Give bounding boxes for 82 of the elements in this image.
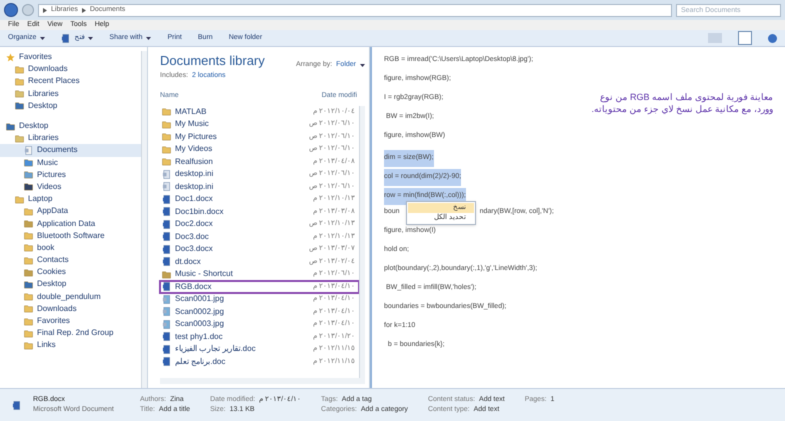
tree-item[interactable]: Favorites [0,51,141,64]
view-button[interactable] [708,33,722,43]
file-name: Doc1.docx [175,193,213,206]
tree-item[interactable]: Favorites [0,314,141,328]
file-icon [162,257,171,266]
folder-icon [162,270,171,279]
caret-icon [88,36,94,40]
tree-item[interactable]: Documents [0,144,141,156]
tree-item[interactable]: Links [0,339,141,352]
chevron-icon [43,8,47,12]
file-name: Scan0002.jpg [175,306,224,318]
tree-item[interactable]: double_pendulum [0,290,141,303]
file-name: dt.docx [175,256,201,268]
tree-item[interactable]: Libraries [0,132,141,144]
file-name: My Videos [175,143,212,156]
file-name: desktop.ini [175,168,214,180]
back-button[interactable] [4,3,18,17]
file-name: Scan0003.jpg [175,318,224,330]
file-icon [162,207,171,216]
file-name: برنامج تعلم.doc [175,356,226,368]
file-icon [12,400,21,410]
file-name: My Music [175,118,209,130]
tree-item[interactable]: Music [0,156,141,169]
tree-item[interactable]: Desktop [0,120,141,132]
file-name: Doc2.docx [175,218,213,230]
file-icon [162,282,171,292]
file-icon [162,182,171,192]
scrollbar[interactable] [141,51,147,388]
file-icon [162,294,171,304]
file-icon [162,232,171,242]
file-icon [162,344,171,354]
tree-item[interactable]: Final Rep. 2nd Group [0,327,141,340]
file-name: Doc3.doc [175,230,209,243]
star-icon [6,52,15,62]
forward-button[interactable] [22,4,34,16]
file-icon [162,320,171,329]
file-icon [162,194,171,204]
tree-item[interactable]: Contacts [0,254,141,266]
file-name: Doc1bin.docx [175,206,224,218]
file-icon [162,220,171,229]
file-icon [162,307,171,316]
file-icon [162,332,171,342]
tree-item[interactable]: Laptop [0,193,141,206]
file-name: MATLAB [175,106,206,118]
tree-item[interactable]: Bluetooth Software [0,230,141,242]
folder-icon [15,134,24,143]
file-name: Realfusion [175,156,213,168]
tree-item[interactable]: Downloads [0,63,141,76]
tree-item[interactable]: Videos [0,180,141,194]
tree-item[interactable]: book [0,242,141,254]
chevron-icon [82,8,86,12]
scrollbar[interactable] [160,378,365,384]
annotation-text: معاينة فورية لمحتوى ملف اسمه RGB من نوع وورد، مع مكانية عمل نسخ لاي جزء من محتوياته. [590,91,773,115]
file-name: Scan0001.jpg [175,293,224,306]
tree-item[interactable]: Libraries [0,88,141,100]
file-icon [162,170,171,179]
tree-item[interactable]: Downloads [0,302,141,315]
caret-icon [360,64,365,67]
caret-icon [146,36,152,40]
help-icon[interactable] [768,34,777,42]
file-name: My Pictures [175,130,217,143]
file-icon [162,357,171,366]
caret-icon [40,36,46,40]
tree-item[interactable]: AppData [0,205,141,218]
file-name: test phy1.doc [175,330,223,343]
file-icon [61,34,70,42]
tree-item[interactable]: Cookies [0,266,141,278]
file-name: Doc3.docx [175,243,213,256]
library-title: Documents library [160,52,265,70]
tree-item[interactable]: Desktop [0,278,141,291]
file-icon [24,146,33,155]
tree-item[interactable]: Pictures [0,168,141,181]
file-name: RGB.docx [175,280,212,293]
tree-item[interactable]: Application Data [0,217,141,230]
scrollbar[interactable] [359,106,365,378]
tree-item[interactable]: Recent Places [0,75,141,88]
file-icon [162,244,171,254]
file-name: desktop.ini [175,180,214,193]
file-name: تقارير تجارب الفيزياء.doc [175,343,256,356]
file-name: Music - Shortcut [175,268,233,280]
preview-pane-button[interactable] [738,31,752,45]
tree-item[interactable]: Desktop [0,100,141,112]
